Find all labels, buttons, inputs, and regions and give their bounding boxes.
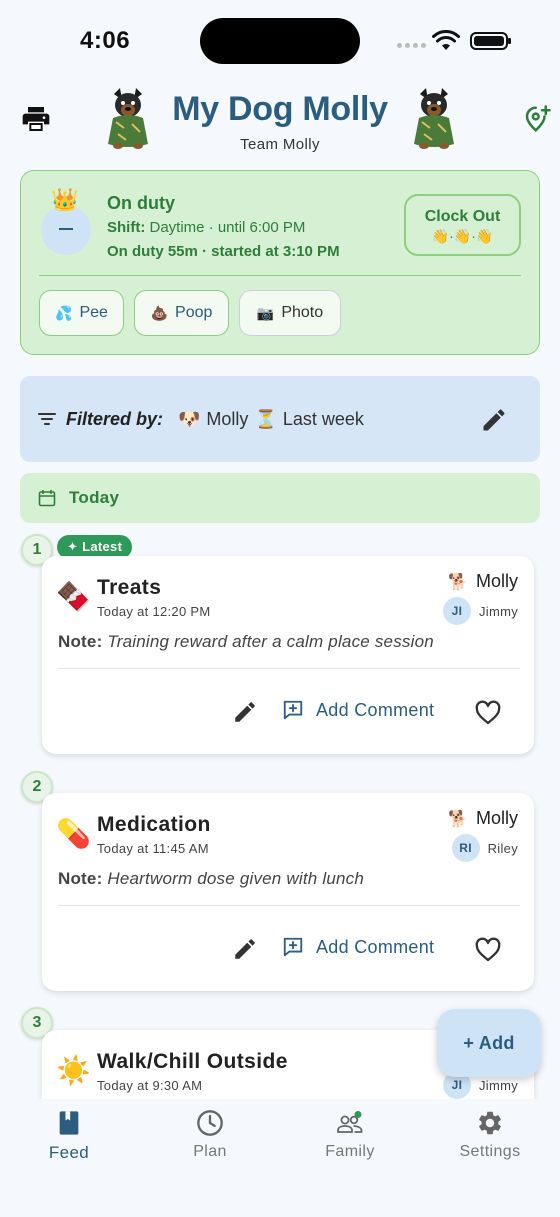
entry-dog: 🐕 Molly: [448, 571, 518, 592]
crown-icon: 👑: [51, 187, 79, 212]
filter-icon: [38, 413, 56, 425]
heart-icon[interactable]: [474, 936, 502, 964]
duty-shift: Shift: Daytime · until 6:00 PM: [107, 219, 305, 236]
app-title: My Dog Molly: [172, 90, 388, 128]
entry-note: Note: Heartworm dose given with lunch: [58, 869, 364, 889]
edit-entry-icon[interactable]: [232, 936, 258, 962]
entry-card[interactable]: 💊 Medication Today at 11:45 AM 🐕 Molly R…: [42, 793, 534, 991]
dog-face-icon: 🐶: [178, 409, 201, 429]
tab-family-label: Family: [325, 1143, 375, 1160]
entry-title: Treats: [97, 576, 162, 599]
status-time: 4:06: [80, 27, 131, 54]
filter-label: Filtered by:: [66, 409, 164, 429]
clock-icon: [197, 1110, 223, 1136]
wifi-icon: [432, 30, 460, 50]
avatar: JI: [442, 597, 471, 625]
entry-dog: 🐕 Molly: [448, 808, 518, 829]
battery-icon: [470, 32, 511, 50]
add-comment-button[interactable]: Add Comment: [282, 699, 434, 721]
duty-since: On duty 55m · started at 3:10 PM: [107, 243, 340, 260]
hourglass-icon: ⏳: [254, 409, 277, 429]
pee-button[interactable]: 💦 Pee: [39, 290, 124, 336]
entry-user: RI Riley: [451, 834, 518, 862]
add-entry-button[interactable]: + Add: [437, 1009, 541, 1077]
add-location-icon[interactable]: [522, 104, 552, 134]
note-label: Note:: [58, 869, 103, 888]
status-bar: 4:06: [0, 0, 560, 80]
divider: [39, 275, 521, 276]
entry-title: Walk/Chill Outside: [97, 1050, 288, 1073]
heart-icon[interactable]: [474, 699, 502, 727]
poop-icon: 💩: [150, 304, 169, 321]
entry-time: Today at 12:20 PM: [97, 604, 211, 619]
sun-icon: ☀️: [56, 1055, 91, 1086]
add-comment-icon: [283, 937, 303, 957]
duty-title: On duty: [107, 193, 175, 213]
entry-user-name: Jimmy: [478, 603, 518, 619]
add-comment-button[interactable]: Add Comment: [282, 936, 434, 958]
clock-out-button[interactable]: Clock Out 👋·👋·👋: [404, 194, 521, 256]
entry-time: Today at 11:45 AM: [97, 841, 209, 856]
today-section-header: Today: [20, 473, 540, 523]
tab-plan-label: Plan: [193, 1143, 227, 1160]
book-icon: [59, 1111, 79, 1135]
chocolate-icon: 🍫: [56, 581, 91, 612]
pill-icon: 💊: [56, 818, 91, 849]
droplets-icon: 💦: [55, 304, 73, 321]
tab-family[interactable]: Family: [300, 1109, 400, 1161]
tab-settings-label: Settings: [459, 1143, 521, 1160]
cellular-signal-icon: [397, 43, 426, 48]
poop-label: Poop: [175, 304, 213, 321]
photo-label: Photo: [281, 304, 324, 321]
filter-bar[interactable]: Filtered by: 🐶 Molly ⏳ Last week: [20, 376, 540, 462]
entry-card[interactable]: 🍫 Treats Today at 12:20 PM 🐕 Molly JI Ji…: [42, 556, 534, 754]
people-icon: [337, 1111, 363, 1133]
note-label: Note:: [58, 632, 103, 651]
filter-dog: Molly: [206, 409, 249, 429]
divider: [58, 905, 520, 906]
photo-button[interactable]: 📷 Photo: [239, 290, 341, 336]
on-duty-card: 👑 On duty Shift: Daytime · until 6:00 PM…: [20, 170, 540, 355]
add-comment-label: Add Comment: [316, 699, 435, 720]
gear-icon: [479, 1111, 501, 1135]
tab-bar: Feed Plan Family Settings: [0, 1099, 560, 1217]
entry-dog-name: Molly: [475, 808, 518, 828]
poop-button[interactable]: 💩 Poop: [134, 290, 229, 336]
entry-title: Medication: [97, 813, 211, 836]
team-name: Team Molly: [240, 136, 320, 153]
tab-feed-label: Feed: [48, 1143, 90, 1162]
calendar-icon: [38, 490, 56, 507]
dog-icon: 🐕: [448, 810, 468, 828]
entry-user-name: Riley: [487, 840, 518, 856]
dog-icon: 🐕: [448, 573, 468, 591]
note-text: Heartworm dose given with lunch: [107, 869, 364, 888]
duty-shift-label: Shift:: [107, 219, 146, 236]
wave-icons: 👋·👋·👋: [431, 228, 494, 244]
pee-label: Pee: [79, 304, 108, 321]
clock-out-label: Clock Out: [424, 208, 501, 225]
camera-icon: 📷: [256, 304, 275, 321]
tab-feed[interactable]: Feed: [19, 1109, 119, 1163]
edit-entry-icon[interactable]: [232, 699, 258, 725]
entry-dog-name: Molly: [475, 571, 518, 591]
avatar: RI: [451, 834, 480, 862]
tab-settings[interactable]: Settings: [440, 1109, 540, 1161]
entry-note: Note: Training reward after a calm place…: [58, 632, 434, 652]
filter-range: Last week: [282, 409, 364, 429]
entry-time: Today at 9:30 AM: [97, 1078, 203, 1093]
filter-values: 🐶 Molly ⏳ Last week: [178, 409, 364, 430]
divider: [58, 668, 520, 669]
entry-user-name: Jimmy: [478, 1077, 518, 1093]
edit-filter-icon[interactable]: [480, 406, 508, 434]
duty-shift-value: Daytime · until 6:00 PM: [149, 219, 306, 236]
note-text: Training reward after a calm place sessi…: [107, 632, 434, 651]
add-comment-icon: [283, 700, 303, 720]
tab-plan[interactable]: Plan: [160, 1109, 260, 1161]
dynamic-island: [200, 18, 360, 64]
today-label: Today: [69, 488, 120, 507]
add-comment-label: Add Comment: [316, 936, 435, 957]
entry-user: JI Jimmy: [442, 597, 518, 625]
